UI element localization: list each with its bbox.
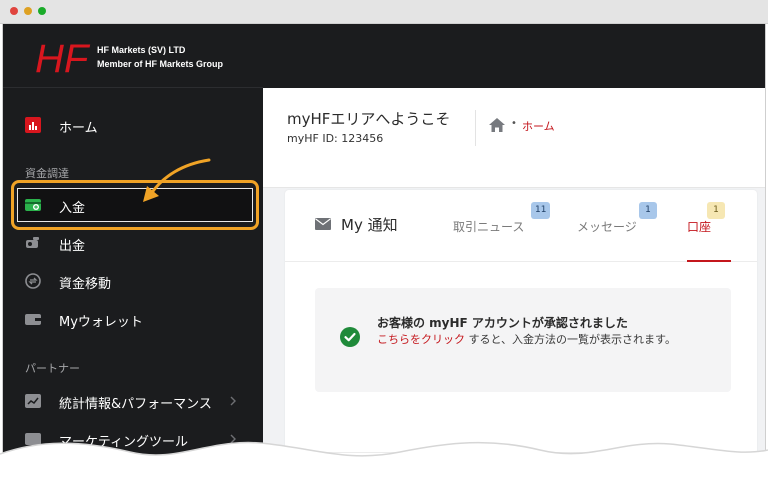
stats-icon xyxy=(25,394,41,408)
header-divider xyxy=(475,110,476,146)
svg-text:HF: HF xyxy=(35,37,91,80)
breadcrumb-separator: • xyxy=(511,118,517,129)
breadcrumb-home-link[interactable]: ホーム xyxy=(522,118,555,134)
brand-company-name: HF Markets (SV) LTD xyxy=(97,45,186,55)
sidebar-item-wallet[interactable]: Myウォレット xyxy=(3,302,263,336)
hf-logo[interactable]: HF xyxy=(33,34,93,80)
brand-group-name: Member of HF Markets Group xyxy=(97,59,224,69)
tab-messages[interactable]: メッセージ xyxy=(577,218,637,235)
page-title: myHFエリアへようこそ xyxy=(287,110,451,128)
torn-edge-decoration xyxy=(0,441,768,480)
active-tab-indicator xyxy=(687,260,731,262)
chevron-right-icon xyxy=(230,396,236,406)
window-titlebar xyxy=(0,0,768,24)
click-here-link[interactable]: こちらをクリック xyxy=(377,333,465,346)
notice-body-text: すると、入金方法の一覧が表示されます。 xyxy=(465,333,676,346)
tab-messages-badge: 1 xyxy=(639,202,657,219)
card-tabs-bar: My 通知 取引ニュース 11 メッセージ 1 口座 1 xyxy=(285,190,757,262)
chart-icon xyxy=(25,117,41,133)
sidebar-item-label: 統計情報&パフォーマンス xyxy=(59,397,212,412)
minimize-window-button[interactable] xyxy=(24,7,32,15)
annotation-arrow-icon xyxy=(143,158,211,202)
app-window: HF HF Markets (SV) LTD Member of HF Mark… xyxy=(2,24,766,480)
envelope-icon xyxy=(315,218,331,230)
sidebar-item-label: ホーム xyxy=(59,121,98,136)
brand-area: HF HF Markets (SV) LTD Member of HF Mark… xyxy=(3,24,263,88)
sidebar-item-stats[interactable]: 統計情報&パフォーマンス xyxy=(3,384,263,418)
page-header: myHFエリアへようこそ myHF ID: 123456 • ホーム xyxy=(263,88,765,188)
sidebar-item-label: 出金 xyxy=(59,239,86,254)
sidebar-item-transfer[interactable]: 資金移動 xyxy=(3,264,263,298)
tab-account[interactable]: 口座 xyxy=(687,218,711,235)
sidebar-item-label: 資金移動 xyxy=(59,277,112,292)
notice-body: こちらをクリック すると、入金方法の一覧が表示されます。 xyxy=(377,332,717,347)
tab-trade-news[interactable]: 取引ニュース xyxy=(453,218,524,235)
wallet-icon xyxy=(25,314,41,325)
section-funding-label: 資金調達 xyxy=(25,167,69,180)
account-approved-notice: お客様の myHF アカウントが承認されました こちらをクリック すると、入金方… xyxy=(315,288,731,392)
home-icon[interactable] xyxy=(489,118,505,132)
myhf-id-label: myHF ID: 123456 xyxy=(287,132,384,145)
sidebar: HF HF Markets (SV) LTD Member of HF Mark… xyxy=(3,24,263,480)
sidebar-item-withdraw[interactable]: 出金 xyxy=(3,226,263,260)
tab-trade-news-badge: 11 xyxy=(531,202,551,219)
section-partner-label: パートナー xyxy=(25,362,80,375)
top-bar xyxy=(263,24,765,88)
sidebar-item-home[interactable]: ホーム xyxy=(3,108,263,142)
tab-account-badge: 1 xyxy=(707,202,725,219)
sidebar-item-label: 入金 xyxy=(59,201,86,216)
card-title: My 通知 xyxy=(341,216,398,234)
sidebar-item-label: Myウォレット xyxy=(59,315,143,330)
maximize-window-button[interactable] xyxy=(38,7,46,15)
withdraw-icon xyxy=(26,237,39,248)
close-window-button[interactable] xyxy=(10,7,18,15)
deposit-icon xyxy=(25,199,41,211)
check-circle-icon xyxy=(340,327,360,347)
screenshot-frame: HF HF Markets (SV) LTD Member of HF Mark… xyxy=(0,0,768,480)
transfer-icon xyxy=(25,273,41,289)
notice-title: お客様の myHF アカウントが承認されました xyxy=(377,316,628,330)
